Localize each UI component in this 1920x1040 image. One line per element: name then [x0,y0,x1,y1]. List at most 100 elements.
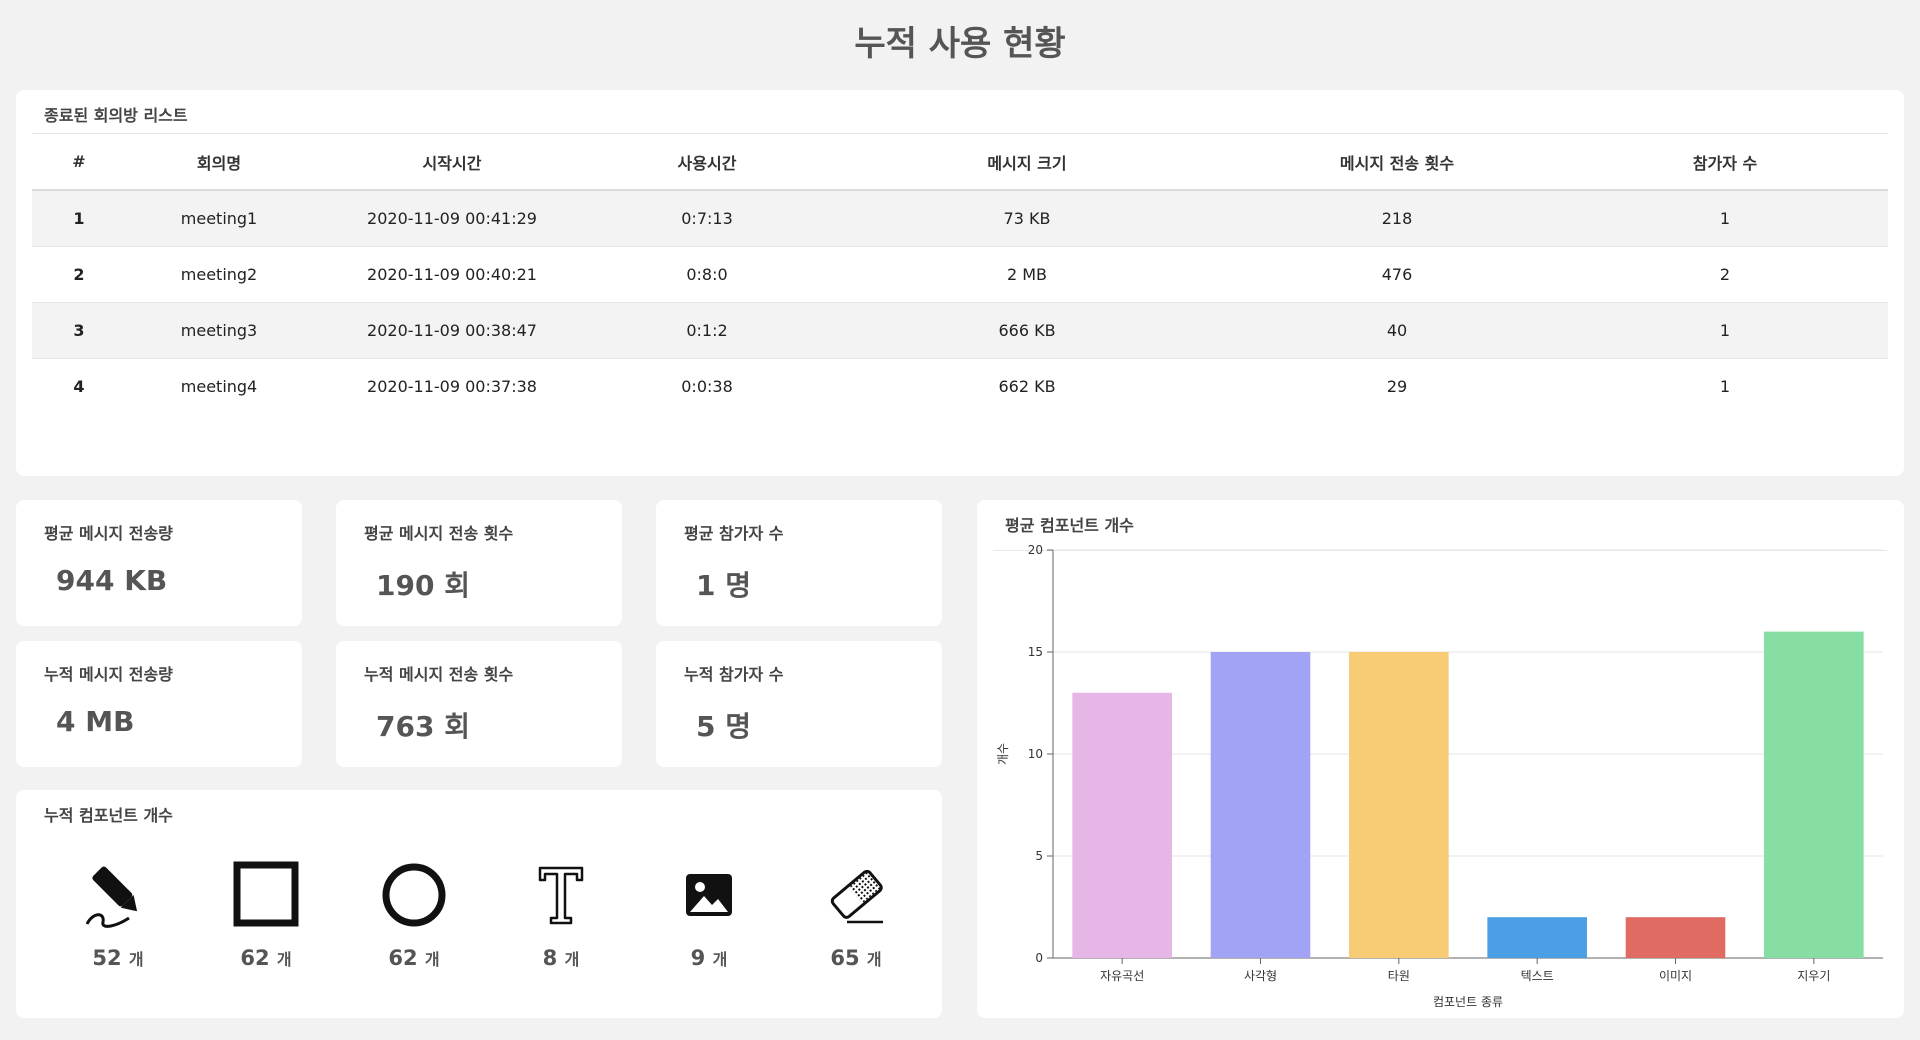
stat-value: 944 KB [56,564,168,597]
cell-name: meeting3 [126,302,312,359]
y-tick-label: 10 [1028,747,1043,761]
cell-participants: 1 [1562,302,1888,359]
component-count-title: 누적 컴포넌트 개수 [44,806,173,825]
cell-index: 1 [32,190,126,247]
stat-card-total-message-size: 누적 메시지 전송량 4 MB [16,641,302,767]
x-tick-label: 지우기 [1797,969,1830,983]
image-icon [686,874,732,916]
column-header-start-time[interactable]: 시작시간 [312,134,592,191]
table-row[interactable]: 2 meeting2 2020-11-09 00:40:21 0:8:0 2 M… [32,246,1888,303]
y-axis-label: 개수 [996,743,1010,765]
cell-start-time: 2020-11-09 00:40:21 [312,246,592,303]
table-row[interactable]: 1 meeting1 2020-11-09 00:41:29 0:7:13 73… [32,190,1888,247]
cell-message-size: 73 KB [822,190,1232,247]
stat-value: 190 회 [376,569,470,602]
cell-duration: 0:0:38 [681,376,733,396]
component-unit: 개 [128,950,144,969]
page-title: 누적 사용 현황 [854,24,1066,64]
bar [1210,652,1311,958]
component-item-image: 9 개 [649,860,769,970]
cell-duration: 0:1:2 [592,302,822,359]
bar [1487,917,1587,958]
cell-name: meeting4 [180,376,258,396]
column-header-name[interactable]: 회의명 [126,134,312,191]
column-header-message-count[interactable]: 메시지 전송 횟수 [1232,134,1562,191]
cell-message-count: 40 [1232,302,1562,359]
stat-label: 평균 참가자 수 [684,524,784,543]
bar [1349,652,1449,958]
column-header-participants[interactable]: 참가자 수 [1562,134,1888,191]
stat-value: 1 명 [696,569,751,602]
text-icon [538,866,584,925]
cell-participants: 1 [1719,376,1731,396]
bar [1072,692,1172,958]
cell-message-size: 2 MB [822,246,1232,303]
cell-message-size: 666 KB [822,302,1232,359]
component-item-circle: 62 개 [354,860,474,970]
cell-duration: 0:8:0 [592,246,822,303]
stat-card-avg-message-count: 평균 메시지 전송 횟수 190 회 [336,500,622,626]
component-item-square: 62 개 [206,860,326,970]
component-item-pen: 52 개 [58,860,178,970]
component-unit: 개 [276,950,292,969]
component-count: 62 [388,946,418,970]
component-count: 8 [542,946,558,970]
x-tick-label: 사각형 [1244,969,1277,983]
component-unit: 개 [712,950,728,969]
stat-card-total-participants: 누적 참가자 수 5 명 [656,641,942,767]
stat-label: 누적 메시지 전송 횟수 [364,665,514,684]
eraser-icon [830,869,883,924]
cell-message-count: 218 [1232,190,1562,247]
y-tick-label: 0 [1035,951,1043,965]
component-item-text: 8 개 [501,860,621,970]
bar-chart: 0 5 10 15 20 자유곡선 사각형 타원 텍스트 이미지 지우기컴포넌트 종류 개수 [996,543,1883,1009]
component-count: 65 [830,946,860,970]
bar [1764,631,1864,958]
component-count-card: 누적 컴포넌트 개수 52 개 62 개 62 개 8 개 9 개 65 개 [16,790,942,1018]
cell-participants: 1 [1562,190,1888,247]
cell-name: meeting2 [126,246,312,303]
x-tick-label: 타원 [1388,969,1410,983]
cell-duration: 0:7:13 [592,190,822,247]
component-count: 9 [690,946,706,970]
pen-icon [85,866,138,928]
component-count: 62 [240,946,270,970]
table-header-row: # 회의명 시작시간 사용시간 메시지 크기 메시지 전송 횟수 참가자 수 [32,134,1888,191]
cell-start-time: 2020-11-09 00:38:47 [312,302,592,359]
y-tick-label: 20 [1028,543,1043,557]
x-tick-label: 텍스트 [1521,969,1554,983]
column-header-message-size[interactable]: 메시지 크기 [822,134,1232,191]
table-row[interactable]: 3 meeting3 2020-11-09 00:38:47 0:1:2 666… [32,302,1888,359]
x-axis-label: 컴포넌트 종류 [1433,995,1503,1009]
cell-message-count: 476 [1232,246,1562,303]
x-tick-label: 이미지 [1659,969,1692,983]
stat-value: 5 명 [696,710,751,743]
component-unit: 개 [424,950,440,969]
ended-rooms-title: 종료된 회의방 리스트 [44,106,188,125]
circle-icon [382,863,446,927]
column-header-duration[interactable]: 사용시간 [592,134,822,191]
stat-label: 누적 참가자 수 [684,665,784,684]
cell-index: 2 [32,246,126,303]
cell-index: 3 [32,302,126,359]
cell-participants: 2 [1562,246,1888,303]
stat-label: 평균 메시지 전송량 [44,524,173,543]
stat-card-avg-participants: 평균 참가자 수 1 명 [656,500,942,626]
x-tick-label: 자유곡선 [1100,969,1144,983]
bar [1625,917,1726,958]
y-tick-label: 15 [1028,645,1043,659]
cell-message-size: 662 KB [998,376,1056,396]
column-header-index[interactable]: # [32,134,126,191]
cell-name: meeting1 [126,190,312,247]
component-unit: 개 [866,950,882,969]
ended-rooms-card: 종료된 회의방 리스트 # 회의명 시작시간 사용시간 메시지 크기 메시지 전… [16,90,1904,476]
avg-component-chart-card: 평균 컴포넌트 개수 0 5 10 15 20 자유곡선 사각형 타원 텍스트 이미지 지우기 컴포넌… [977,500,1904,1018]
cell-index: 4 [73,376,85,396]
stat-value: 4 MB [56,705,135,738]
stat-label: 평균 메시지 전송 횟수 [364,524,514,543]
cell-message-count: 29 [1386,376,1408,396]
stat-value: 763 회 [376,710,470,743]
table-row[interactable]: 4 meeting4 2020-11-09 00:37:38 0:0:38 66… [32,358,1888,414]
component-item-eraser: 65 개 [796,860,916,970]
stat-card-avg-message-size: 평균 메시지 전송량 944 KB [16,500,302,626]
